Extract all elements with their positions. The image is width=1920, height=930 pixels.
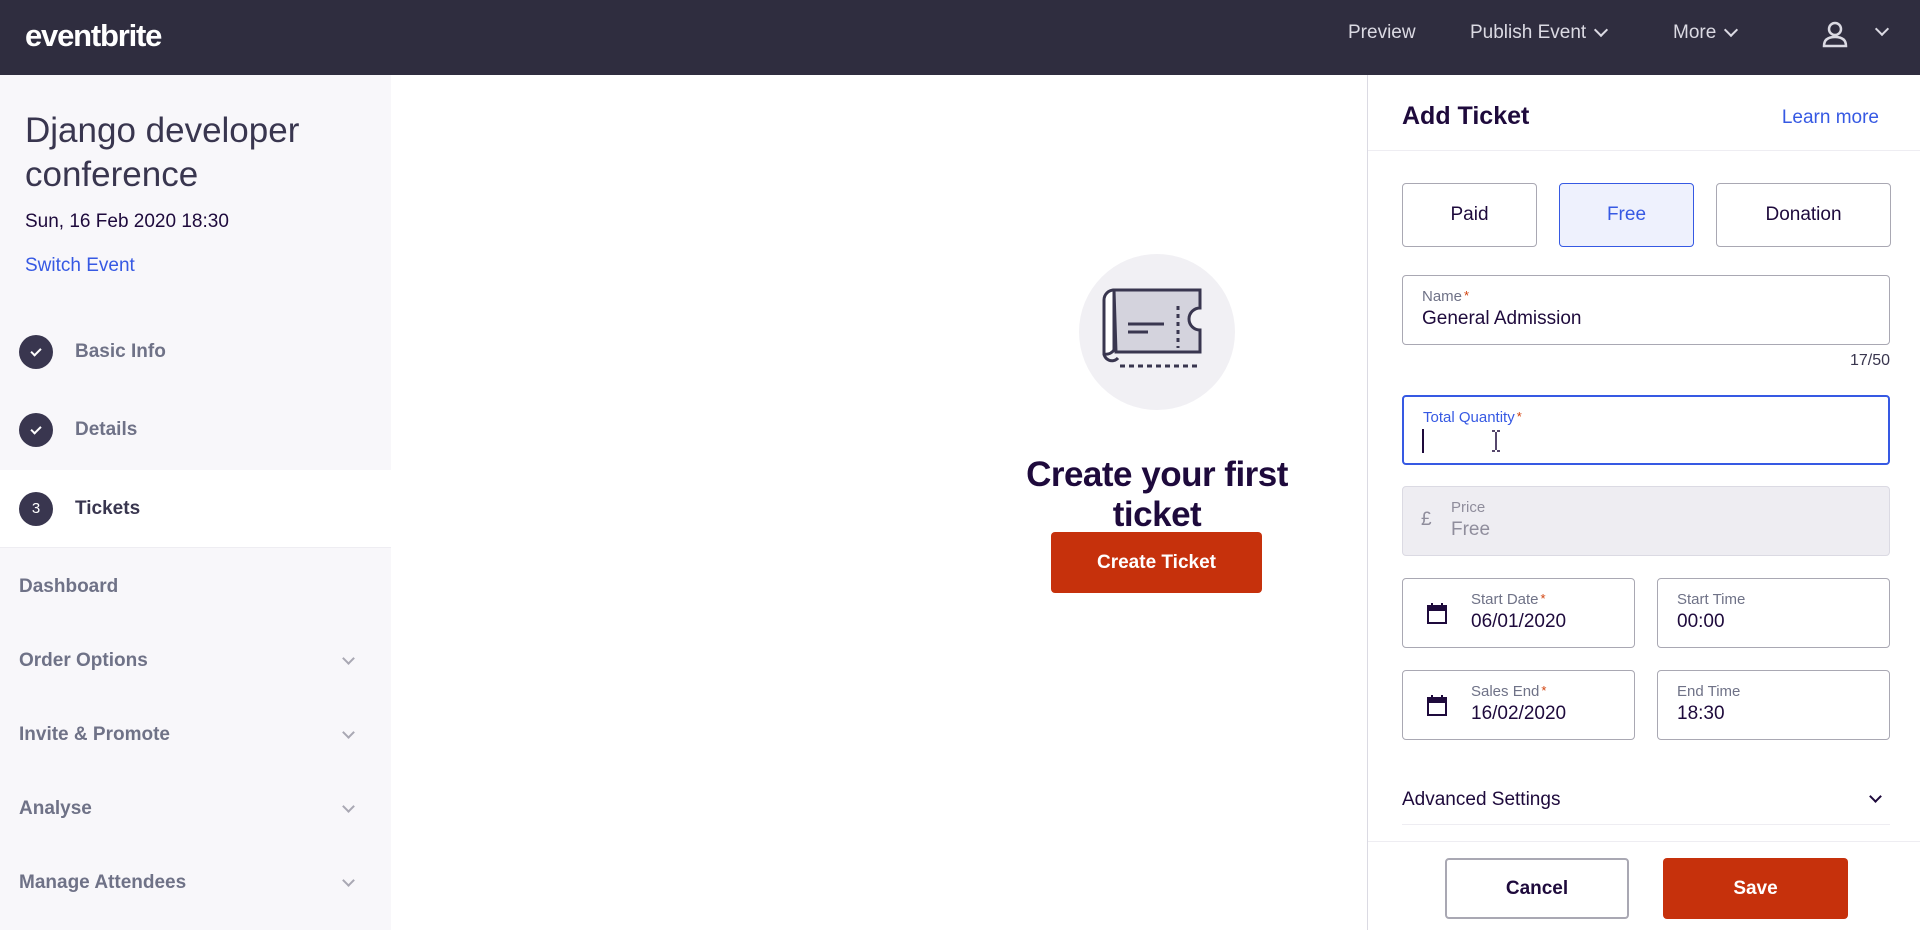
- panel-footer: Cancel Save: [1368, 841, 1920, 930]
- calendar-icon: [1427, 695, 1447, 716]
- step-tickets[interactable]: 3 Tickets: [0, 470, 391, 548]
- step-complete-badge: [19, 413, 53, 447]
- sidebar-item-invite-promote[interactable]: Invite & Promote: [19, 724, 359, 746]
- check-icon: [30, 344, 42, 357]
- sidebar-item-dashboard[interactable]: Dashboard: [19, 576, 359, 598]
- create-ticket-button[interactable]: Create Ticket: [1051, 532, 1262, 593]
- account-chevron-down-icon[interactable]: [1874, 21, 1890, 37]
- more-menu[interactable]: More: [1673, 22, 1739, 44]
- currency-symbol: £: [1421, 509, 1432, 530]
- user-icon[interactable]: [1822, 20, 1848, 48]
- step-label: Basic Info: [75, 341, 166, 362]
- price-value: Free: [1451, 519, 1491, 540]
- start-date-field[interactable]: Start Date * 06/01/2020: [1402, 578, 1635, 648]
- chevron-down-icon: [342, 651, 355, 665]
- more-label: More: [1673, 22, 1717, 43]
- calendar-icon: [1427, 603, 1447, 624]
- panel-header: Add Ticket Learn more: [1368, 75, 1920, 151]
- field-label: Total Quantity *: [1423, 409, 1522, 426]
- end-time-value: 18:30: [1677, 703, 1725, 724]
- total-quantity-input[interactable]: Total Quantity *: [1402, 395, 1890, 465]
- save-button[interactable]: Save: [1663, 858, 1848, 919]
- check-icon: [30, 422, 42, 435]
- panel-title: Add Ticket: [1402, 102, 1530, 130]
- sidebar-item-analyse[interactable]: Analyse: [19, 798, 359, 820]
- start-time-field[interactable]: Start Time 00:00: [1657, 578, 1890, 648]
- publish-event-label: Publish Event: [1470, 22, 1587, 43]
- step-label: Details: [75, 419, 138, 440]
- advanced-settings-label: Advanced Settings: [1402, 788, 1561, 810]
- sidebar-item-label: Order Options: [19, 650, 148, 671]
- cancel-button[interactable]: Cancel: [1445, 858, 1629, 919]
- switch-event-link[interactable]: Switch Event: [25, 255, 135, 277]
- sidebar-item-label: Manage Attendees: [19, 872, 187, 893]
- text-cursor-icon: [1492, 430, 1500, 452]
- sales-end-value: 16/02/2020: [1471, 703, 1567, 724]
- chevron-down-icon: [1869, 790, 1882, 803]
- field-label: Price: [1451, 499, 1486, 516]
- chevron-down-icon: [342, 873, 355, 887]
- sidebar-item-order-options[interactable]: Order Options: [19, 650, 359, 672]
- eventbrite-logo[interactable]: eventbrite: [25, 18, 162, 54]
- sidebar-item-manage-attendees[interactable]: Manage Attendees: [19, 872, 359, 894]
- step-details[interactable]: Details: [0, 391, 391, 469]
- chevron-down-icon: [342, 799, 355, 813]
- field-label: End Time: [1677, 683, 1741, 700]
- end-time-field[interactable]: End Time 18:30: [1657, 670, 1890, 740]
- event-title: Django developer conference: [25, 111, 300, 194]
- sidebar: Django developer conference Sun, 16 Feb …: [0, 75, 391, 930]
- step-complete-badge: [19, 335, 53, 369]
- start-date-value: 06/01/2020: [1471, 611, 1567, 632]
- top-navigation-bar: eventbrite Preview Publish Event More: [0, 0, 1920, 75]
- chevron-down-icon: [1594, 22, 1609, 38]
- chevron-down-icon: [1724, 22, 1739, 38]
- empty-state-title: Create your first ticket: [1026, 455, 1288, 534]
- ticket-type-free-button[interactable]: Free: [1559, 183, 1694, 247]
- sales-end-field[interactable]: Sales End * 16/02/2020: [1402, 670, 1635, 740]
- ticket-name-field[interactable]: Name * General Admission: [1402, 275, 1890, 345]
- preview-label: Preview: [1348, 22, 1416, 43]
- sidebar-item-label: Analyse: [19, 798, 92, 819]
- start-time-value: 00:00: [1677, 611, 1725, 632]
- learn-more-link[interactable]: Learn more: [1782, 107, 1879, 129]
- step-number-badge: 3: [19, 491, 53, 526]
- step-basic-info[interactable]: Basic Info: [0, 313, 391, 391]
- text-caret: [1422, 429, 1424, 453]
- chevron-down-icon: [342, 725, 355, 739]
- ticket-icon: [1102, 288, 1202, 368]
- field-label: Start Time: [1677, 591, 1746, 608]
- price-field: £ Price Free: [1402, 486, 1890, 556]
- ticket-type-paid-button[interactable]: Paid: [1402, 183, 1537, 247]
- add-ticket-panel: Add Ticket Learn more Paid Free Donation…: [1367, 75, 1920, 930]
- field-label: Name *: [1422, 288, 1470, 305]
- field-label: Start Date *: [1471, 591, 1546, 608]
- advanced-settings-toggle[interactable]: Advanced Settings: [1402, 775, 1890, 825]
- field-label: Sales End *: [1471, 683, 1547, 700]
- preview-link[interactable]: Preview: [1348, 22, 1416, 44]
- character-counter: 17/50: [1849, 352, 1890, 369]
- sidebar-item-label: Dashboard: [19, 576, 119, 597]
- sidebar-item-label: Invite & Promote: [19, 724, 170, 745]
- publish-event-menu[interactable]: Publish Event: [1470, 22, 1609, 44]
- event-date: Sun, 16 Feb 2020 18:30: [25, 211, 229, 232]
- ticket-type-donation-button[interactable]: Donation: [1716, 183, 1891, 247]
- ticket-name-value: General Admission: [1422, 308, 1582, 329]
- step-label: Tickets: [75, 497, 141, 519]
